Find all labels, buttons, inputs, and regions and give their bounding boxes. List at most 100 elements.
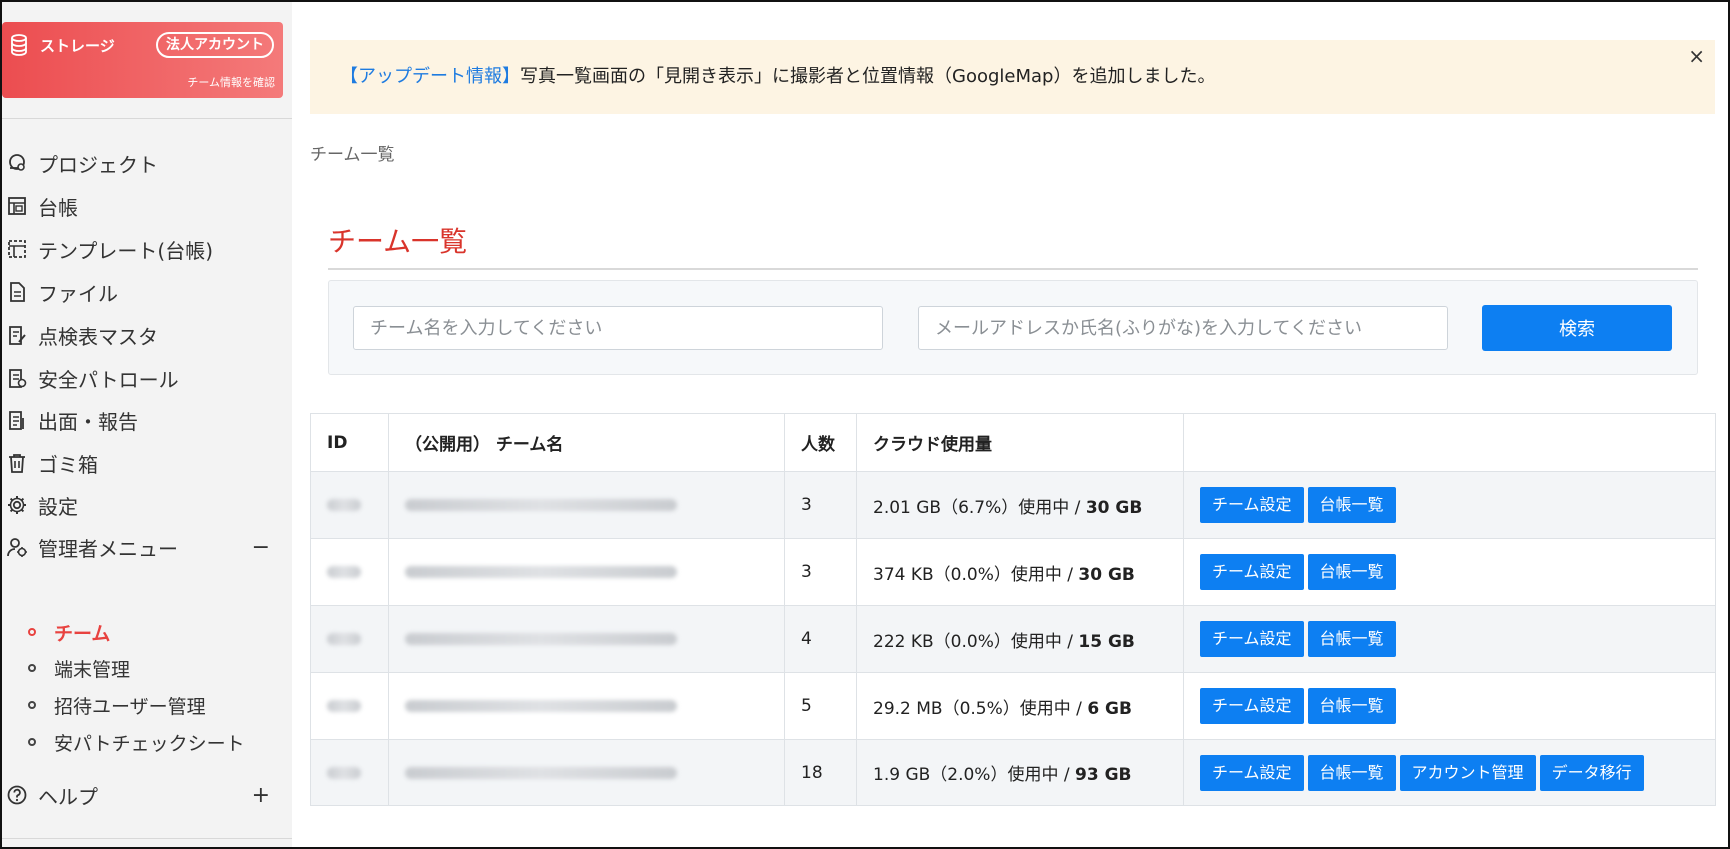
ledger-icon [8,197,26,215]
sidebar-item-help[interactable]: ヘルプ + [6,778,286,812]
usage-cell: 374 KB（0.0%）使用中 / 30 GB [856,538,1184,606]
patrol-icon [9,369,27,388]
team-name-cell-redacted [388,672,785,740]
sidebar-subitem-patrol-sheet[interactable]: 安パトチェックシート [28,727,245,757]
team-table: ID （公開用） チーム名 人数 クラウド使用量 3 2.01 GB（6.7%）… [310,413,1716,806]
table-row: 5 29.2 MB（0.5%）使用中 / 6 GB チーム設定 台帳一覧 [310,672,1716,740]
sidebar-divider [0,838,292,839]
sidebar-item-project[interactable]: プロジェクト [6,146,286,180]
account-management-button[interactable]: アカウント管理 [1399,754,1536,791]
sidebar-item-label: プロジェクト [38,152,158,177]
sidebar-item-label: ヘルプ [38,784,98,809]
bullet-icon [28,628,36,636]
usage-cell: 29.2 MB（0.5%）使用中 / 6 GB [856,672,1184,740]
team-info-link[interactable]: チーム情報を確認 [187,74,275,90]
template-icon [8,240,26,258]
storage-card[interactable]: ストレージ 法人アカウント チーム情報を確認 [2,22,283,98]
team-settings-button[interactable]: チーム設定 [1200,621,1304,657]
checklist-icon [9,326,26,345]
close-icon[interactable]: × [1688,44,1705,68]
table-row: 18 1.9 GB（2.0%）使用中 / 93 GB チーム設定 台帳一覧 アカウン… [310,739,1716,806]
member-search-input[interactable] [918,306,1448,350]
report-icon [9,411,24,430]
column-header-id[interactable]: ID [310,413,389,472]
usage-cell: 222 KB（0.0%）使用中 / 15 GB [856,605,1184,673]
id-cell-redacted [310,605,389,673]
data-migration-button[interactable]: データ移行 [1539,754,1644,791]
sidebar-item-label: ゴミ箱 [38,452,98,477]
usage-text: 222 KB（0.0%）使用中 / [873,631,1079,652]
sidebar-item-file[interactable]: ファイル [6,275,286,309]
id-cell-redacted [310,739,389,806]
actions-cell: チーム設定 台帳一覧 アカウント管理 データ移行 [1183,739,1716,806]
page-title: チーム一覧 [328,225,468,258]
notice-text: 写真一覧画面の「見開き表示」に撮影者と位置情報（GoogleMap）を追加しまし… [520,66,1216,87]
quota-text: 30 GB [1078,564,1135,585]
sidebar-item-trash[interactable]: ゴミ箱 [6,446,286,480]
sidebar-subitem-team[interactable]: チーム [28,617,110,647]
ledger-list-button[interactable]: 台帳一覧 [1307,621,1396,657]
sidebar-item-patrol[interactable]: 安全パトロール [6,361,286,395]
sidebar-subitem-invited-users[interactable]: 招待ユーザー管理 [28,690,206,720]
sidebar-item-checklist[interactable]: 点検表マスタ [6,318,286,352]
collapse-icon[interactable]: − [252,535,270,560]
usage-text: 1.9 GB（2.0%）使用中 / [873,765,1075,785]
team-name-cell-redacted [388,605,785,673]
sidebar-item-label: テンプレート(台帳) [38,238,214,263]
sidebar-item-settings[interactable]: 設定 [6,488,286,522]
expand-icon[interactable]: + [252,783,270,808]
sidebar-item-label: 管理者メニュー [38,536,178,561]
corporate-account-badge: 法人アカウント [156,32,274,58]
team-name-cell-redacted [388,739,785,806]
sidebar-item-report[interactable]: 出面・報告 [6,403,286,437]
search-button[interactable]: 検索 [1482,305,1672,351]
notice-tag[interactable]: 【アップデート情報】 [340,66,520,87]
team-settings-button[interactable]: チーム設定 [1200,754,1304,791]
id-cell-redacted [310,471,389,539]
sidebar-divider [0,118,292,119]
usage-text: 2.01 GB（6.7%）使用中 / [873,497,1086,518]
sidebar-item-admin-menu[interactable]: 管理者メニュー − [6,530,286,564]
trash-icon [9,454,25,473]
team-name-input[interactable] [353,306,883,350]
column-header-team-name[interactable]: （公開用） チーム名 [388,413,785,472]
sidebar-subitem-label: 招待ユーザー管理 [54,695,206,718]
sidebar-item-template[interactable]: テンプレート(台帳) [6,232,286,266]
ledger-list-button[interactable]: 台帳一覧 [1307,688,1396,724]
table-row: 3 2.01 GB（6.7%）使用中 / 30 GB チーム設定 台帳一覧 [310,471,1716,539]
ledger-list-button[interactable]: 台帳一覧 [1307,487,1396,523]
database-icon [11,34,27,56]
column-header-cloud-usage[interactable]: クラウド使用量 [856,413,1184,472]
team-settings-button[interactable]: チーム設定 [1200,554,1304,590]
sidebar-item-label: 出面・報告 [38,409,138,434]
help-icon [7,785,27,805]
table-row: 3 374 KB（0.0%）使用中 / 30 GB チーム設定 台帳一覧 [310,538,1716,606]
team-settings-button[interactable]: チーム設定 [1200,688,1304,724]
ledger-list-button[interactable]: 台帳一覧 [1307,554,1396,590]
bullet-icon [28,701,36,709]
search-panel: 検索 [328,280,1698,375]
actions-cell: チーム設定 台帳一覧 [1183,471,1716,539]
actions-cell: チーム設定 台帳一覧 [1183,672,1716,740]
id-cell-redacted [310,538,389,606]
column-header-members[interactable]: 人数 [784,413,857,472]
sidebar-subitem-devices[interactable]: 端末管理 [28,653,130,683]
sidebar-item-label: 設定 [38,494,78,519]
sidebar-subitem-label: 端末管理 [54,658,131,681]
sidebar-item-label: 安全パトロール [38,367,179,392]
update-notice: 【アップデート情報】写真一覧画面の「見開き表示」に撮影者と位置情報（Google… [310,40,1715,114]
actions-cell: チーム設定 台帳一覧 [1183,538,1716,606]
title-divider [328,268,1698,270]
ledger-list-button[interactable]: 台帳一覧 [1307,754,1396,791]
sidebar-subitem-label: チーム [54,622,111,645]
quota-text: 6 GB [1087,698,1132,719]
team-name-cell-redacted [388,538,785,606]
team-name-cell-redacted [388,471,785,539]
sidebar-item-ledger[interactable]: 台帳 [6,189,286,223]
usage-text: 374 KB（0.0%）使用中 / [873,564,1079,585]
actions-cell: チーム設定 台帳一覧 [1183,605,1716,673]
usage-cell: 1.9 GB（2.0%）使用中 / 93 GB [856,739,1184,806]
members-cell: 5 [784,672,857,740]
team-settings-button[interactable]: チーム設定 [1200,487,1304,523]
project-icon [9,154,25,171]
